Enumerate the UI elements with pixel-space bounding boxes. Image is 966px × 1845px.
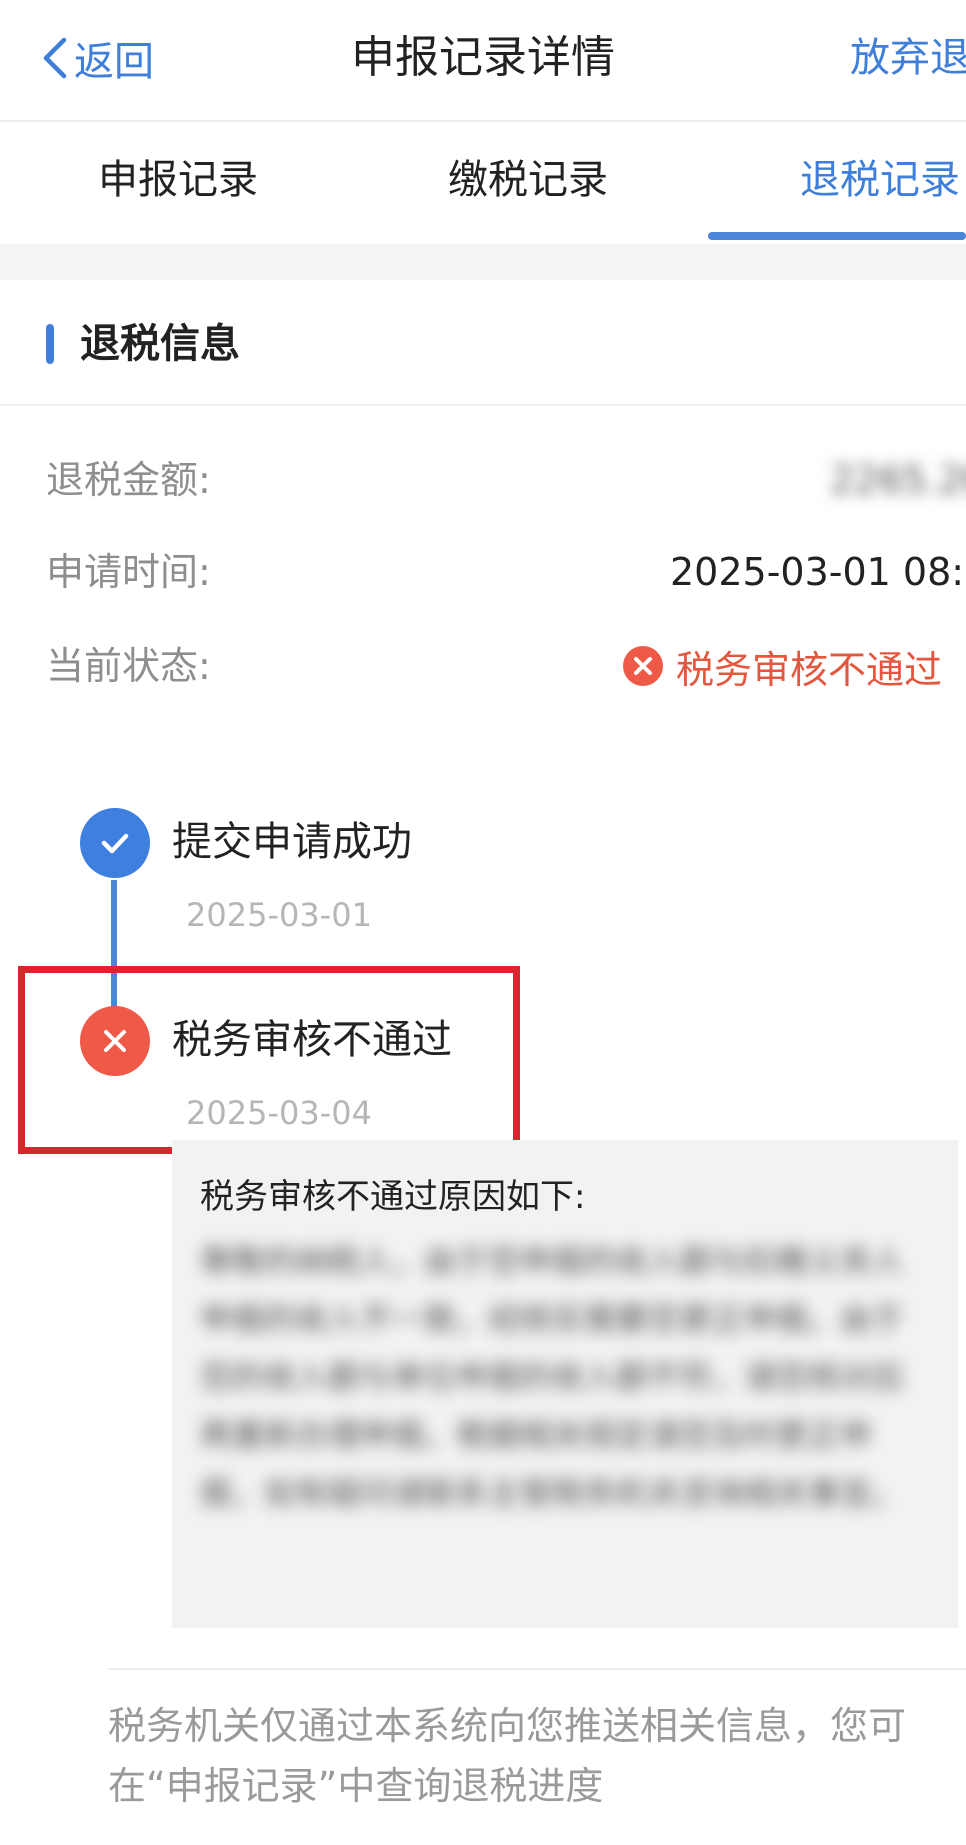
tab-refund-records[interactable]: 退税记录 (800, 150, 960, 210)
current-status-label: 当前状态: (46, 644, 211, 688)
section-marker (46, 324, 54, 364)
apply-time-label: 申请时间: (46, 550, 211, 594)
current-status-row: 当前状态: 税务审核不通过 (0, 636, 966, 696)
timeline-step-title: 提交申请成功 (172, 819, 412, 865)
footer-note: 税务机关仅通过本系统向您推送相关信息，您可在“申报记录”中查询退税进度 (108, 1704, 907, 1808)
divider (108, 1668, 966, 1670)
reason-body: 尊敬的纳税人，由于您申报的收入额与扣缴义务人申报的收入不一致，经核实需要您更正申… (200, 1242, 905, 1512)
timeline-step-date: 2025-03-01 (186, 896, 372, 934)
apply-time-row: 申请时间: 2025-03-01 08: (0, 542, 966, 602)
record-tabs: 申报记录 缴税记录 退税记录 (0, 122, 966, 244)
status-text: 税务审核不通过 (676, 647, 943, 692)
error-circle-icon (623, 646, 663, 686)
refund-amount-row: 退税金额: 2265.26 (0, 450, 966, 510)
check-icon (101, 833, 129, 854)
active-tab-indicator (708, 232, 966, 240)
reason-title: 税务审核不通过原因如下: (200, 1177, 586, 1217)
rejection-reason-box: 税务审核不通过原因如下: 尊敬的纳税人，由于您申报的收入额与扣缴义务人申报的收入… (172, 1140, 958, 1628)
abandon-refund-button[interactable]: 放弃退 (850, 28, 966, 88)
annotation-highlight-box (18, 966, 520, 1154)
tab-declaration-records[interactable]: 申报记录 (98, 150, 258, 210)
section-gap (0, 244, 966, 280)
refund-amount-label: 退税金额: (46, 458, 211, 502)
timeline-node-done (80, 808, 150, 878)
tab-tax-payment-records[interactable]: 缴税记录 (448, 150, 608, 210)
section-title: 退税信息 (80, 321, 240, 367)
refund-amount-value: 2265.26 (830, 458, 966, 502)
refund-detail-page: 返回 申报记录详情 放弃退 申报记录 缴税记录 退税记录 退税信息 退税金额: … (0, 0, 966, 1845)
status-badge: 税务审核不通过 (622, 636, 942, 696)
page-title: 申报记录详情 (351, 32, 615, 83)
apply-time-value: 2025-03-01 08: (670, 550, 965, 594)
navbar: 返回 申报记录详情 放弃退 (0, 0, 966, 122)
section-header: 退税信息 (0, 280, 966, 406)
